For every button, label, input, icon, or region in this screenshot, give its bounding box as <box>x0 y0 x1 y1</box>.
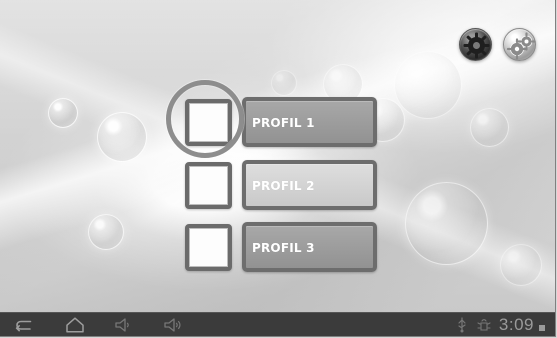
profile-2-avatar-slot[interactable] <box>185 162 232 209</box>
volume-up-icon[interactable] <box>161 315 183 335</box>
profile-3-avatar-slot[interactable] <box>185 224 232 271</box>
settings-gears-icon <box>506 32 536 60</box>
usb-icon <box>458 317 466 333</box>
wallpaper-bubble <box>500 244 542 286</box>
profile-selection-screen: PROFIL 1 PROFIL 2 PROFIL 3 3:09 <box>0 0 557 338</box>
profile-row-1: PROFIL 1 <box>185 97 377 147</box>
wallpaper-bubble <box>97 112 147 162</box>
profile-row-3: PROFIL 3 <box>185 222 377 272</box>
wallpaper-bubble <box>271 70 297 96</box>
profile-row-2: PROFIL 2 <box>185 160 377 210</box>
profile-1-avatar-slot[interactable] <box>185 99 232 146</box>
profile-2-label: PROFIL 2 <box>252 179 315 193</box>
back-arrow-icon[interactable] <box>14 315 36 335</box>
profile-2-button[interactable]: PROFIL 2 <box>242 160 377 210</box>
android-system-bar: 3:09 <box>0 312 556 337</box>
profile-1-button[interactable]: PROFIL 1 <box>242 97 377 147</box>
battery-icon <box>539 324 545 331</box>
profile-3-label: PROFIL 3 <box>252 241 315 255</box>
volume-down-icon[interactable] <box>112 315 134 335</box>
wallpaper-bubble <box>88 214 124 250</box>
wallpaper-bubble <box>48 98 78 128</box>
system-settings-button[interactable] <box>503 28 536 61</box>
gear-icon <box>463 32 490 59</box>
profile-1-label: PROFIL 1 <box>252 116 315 130</box>
profile-3-button[interactable]: PROFIL 3 <box>242 222 377 272</box>
android-debug-icon <box>477 319 491 331</box>
status-clock: 3:09 <box>498 315 534 334</box>
status-area: 3:09 <box>455 315 545 335</box>
wallpaper-bubble <box>405 182 488 265</box>
wallpaper-bubble <box>470 108 509 147</box>
wallpaper-bubble <box>394 51 462 119</box>
home-icon[interactable] <box>64 315 86 335</box>
profile-settings-button[interactable] <box>459 28 492 61</box>
